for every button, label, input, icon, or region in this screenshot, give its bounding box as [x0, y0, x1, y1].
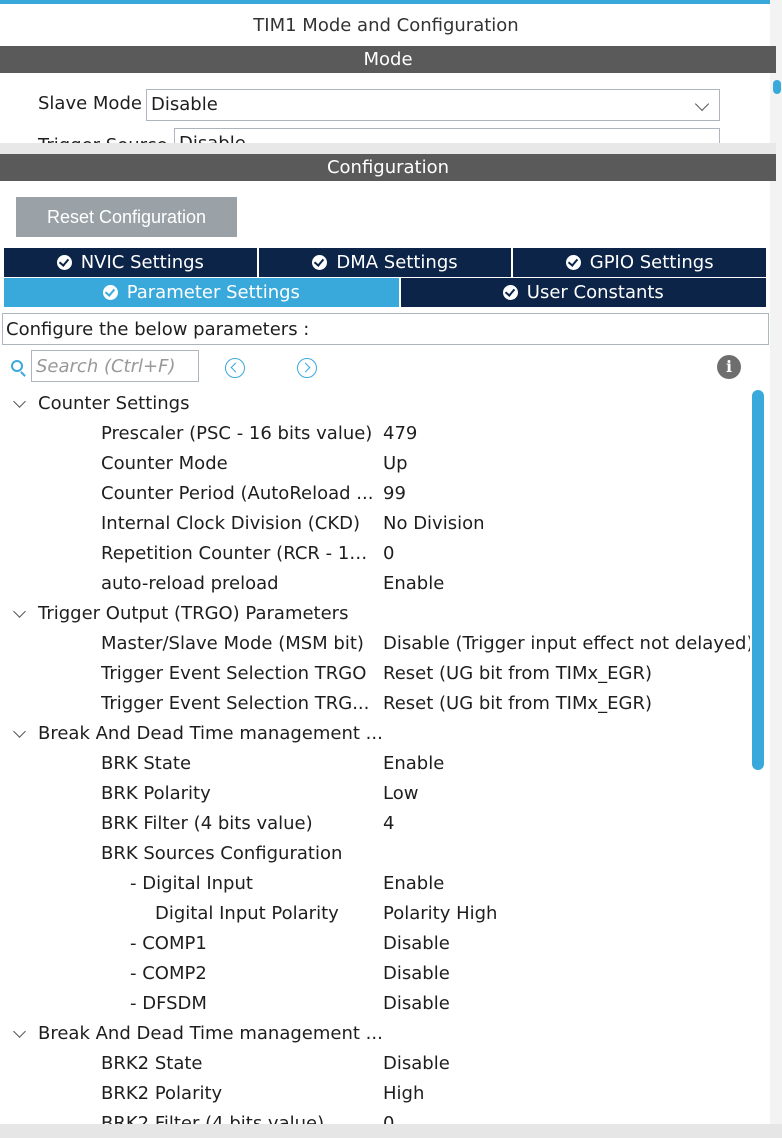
chevron-down-icon — [694, 96, 710, 112]
tab-label: GPIO Settings — [589, 252, 714, 273]
param-row[interactable]: Counter Period (AutoReload ... 99 — [0, 479, 750, 509]
param-row[interactable]: Prescaler (PSC - 16 bits value) 479 — [0, 419, 750, 449]
slave-mode-value: Disable — [151, 94, 218, 115]
tab-label: Parameter Settings — [126, 282, 300, 303]
group-break-dead-time-1[interactable]: Break And Dead Time management ... — [0, 719, 750, 749]
group-counter-settings[interactable]: Counter Settings — [0, 389, 750, 419]
mode-header[interactable]: Mode — [0, 46, 776, 73]
search-input[interactable] — [31, 350, 199, 382]
check-circle-icon — [56, 255, 72, 270]
tab-label: User Constants — [526, 282, 664, 303]
trigger-source-value: Disable — [179, 133, 246, 143]
tab-label: DMA Settings — [336, 252, 458, 273]
slave-mode-select[interactable]: Disable — [146, 89, 720, 121]
tab-user-constants[interactable]: User Constants — [400, 278, 766, 307]
parameter-tree: Counter Settings Prescaler (PSC - 16 bit… — [0, 389, 750, 1124]
param-row[interactable]: Counter Mode Up — [0, 449, 750, 479]
group-trigger-output[interactable]: Trigger Output (TRGO) Parameters — [0, 599, 750, 629]
search-toolbar: i — [0, 350, 770, 386]
slave-mode-label: Slave Mode — [38, 93, 142, 114]
tree-scrollbar[interactable] — [752, 390, 766, 1125]
tab-parameter-settings[interactable]: Parameter Settings — [4, 278, 401, 307]
param-row[interactable]: Repetition Counter (RCR - 16... 0 — [0, 539, 750, 569]
info-icon[interactable]: i — [717, 355, 741, 379]
param-row[interactable]: - COMP1 Disable — [0, 929, 750, 959]
tab-dma-settings[interactable]: DMA Settings — [258, 248, 514, 277]
reset-configuration-button[interactable]: Reset Configuration — [16, 197, 237, 237]
param-row[interactable]: BRK Sources Configuration — [0, 839, 750, 869]
trigger-source-select[interactable]: Disable — [174, 128, 720, 143]
tree-scrollbar-thumb[interactable] — [752, 390, 764, 770]
check-circle-icon — [312, 255, 328, 270]
param-row[interactable]: BRK2 Filter (4 bits value) 0 — [0, 1109, 750, 1124]
outer-scrollbar-thumb[interactable] — [773, 80, 781, 94]
param-row[interactable]: - Digital Input Enable — [0, 869, 750, 899]
param-row[interactable]: BRK Polarity Low — [0, 779, 750, 809]
chevron-down-icon[interactable] — [13, 1025, 26, 1038]
param-row[interactable]: BRK State Enable — [0, 749, 750, 779]
chevron-down-icon[interactable] — [13, 605, 26, 618]
configuration-header[interactable]: Configuration — [0, 154, 776, 181]
param-row[interactable]: Trigger Event Selection TRGO Reset (UG bi… — [0, 659, 750, 689]
param-row[interactable]: BRK2 State Disable — [0, 1049, 750, 1079]
trigger-source-label: Trigger Source — [38, 135, 168, 143]
param-row[interactable]: BRK2 Polarity High — [0, 1079, 750, 1109]
window-title: TIM1 Mode and Configuration — [253, 15, 519, 36]
param-row[interactable]: Trigger Event Selection TRG... Reset (UG … — [0, 689, 750, 719]
tab-nvic-settings[interactable]: NVIC Settings — [4, 248, 259, 277]
mode-panel: Slave Mode Disable Trigger Source Disabl… — [0, 73, 770, 143]
param-row[interactable]: Internal Clock Division (CKD) No Division — [0, 509, 750, 539]
splitter[interactable] — [0, 143, 776, 154]
check-circle-icon — [102, 285, 118, 300]
horizontal-scrollbar[interactable] — [0, 1124, 782, 1138]
param-row[interactable]: Master/Slave Mode (MSM bit) Disable (Trig… — [0, 629, 750, 659]
param-row[interactable]: BRK Filter (4 bits value) 4 — [0, 809, 750, 839]
search-icon — [11, 360, 23, 372]
tab-label: NVIC Settings — [80, 252, 204, 273]
tab-gpio-settings[interactable]: GPIO Settings — [513, 248, 767, 277]
param-row[interactable]: - COMP2 Disable — [0, 959, 750, 989]
parameters-description: Configure the below parameters : — [2, 313, 769, 345]
settings-tabs: NVIC Settings DMA Settings GPIO Settings… — [4, 248, 767, 307]
previous-match-icon[interactable] — [225, 358, 245, 378]
check-circle-icon — [565, 255, 581, 270]
chevron-down-icon[interactable] — [13, 725, 26, 738]
param-row[interactable]: - DFSDM Disable — [0, 989, 750, 1019]
param-row[interactable]: Digital Input Polarity Polarity High — [0, 899, 750, 929]
param-row[interactable]: auto-reload preload Enable — [0, 569, 750, 599]
next-match-icon[interactable] — [297, 358, 317, 378]
group-break-dead-time-2[interactable]: Break And Dead Time management ... — [0, 1019, 750, 1049]
chevron-down-icon[interactable] — [13, 395, 26, 408]
check-circle-icon — [502, 285, 518, 300]
